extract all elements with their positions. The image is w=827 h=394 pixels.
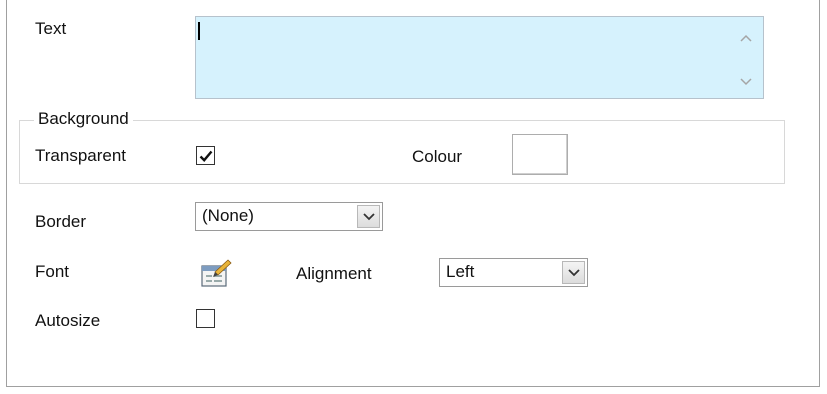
border-select[interactable]: (None)	[195, 202, 383, 231]
chevron-down-icon[interactable]	[562, 261, 585, 284]
chevron-down-icon[interactable]	[357, 205, 380, 228]
background-group-title: Background	[34, 109, 133, 129]
colour-label: Colour	[412, 147, 463, 166]
border-select-value: (None)	[202, 206, 254, 225]
font-label: Font	[35, 262, 70, 281]
checkmark-icon	[199, 150, 212, 162]
text-scrollbar[interactable]	[729, 17, 763, 98]
autosize-label: Autosize	[35, 311, 101, 330]
autosize-checkbox[interactable]	[196, 309, 215, 328]
border-label: Border	[35, 212, 87, 231]
colour-picker-button[interactable]	[512, 134, 568, 175]
scroll-down-icon[interactable]	[729, 71, 763, 93]
alignment-select[interactable]: Left	[439, 258, 588, 287]
font-picker-button[interactable]	[195, 257, 235, 293]
text-caret	[198, 22, 200, 40]
scroll-up-icon[interactable]	[729, 27, 763, 49]
transparent-checkbox[interactable]	[196, 146, 215, 165]
font-picker-icon	[201, 259, 232, 287]
text-input[interactable]	[195, 16, 764, 99]
background-group	[19, 120, 785, 184]
text-label: Text	[35, 19, 67, 38]
transparent-label: Transparent	[35, 146, 127, 165]
alignment-select-value: Left	[446, 262, 475, 281]
alignment-label: Alignment	[296, 264, 372, 283]
